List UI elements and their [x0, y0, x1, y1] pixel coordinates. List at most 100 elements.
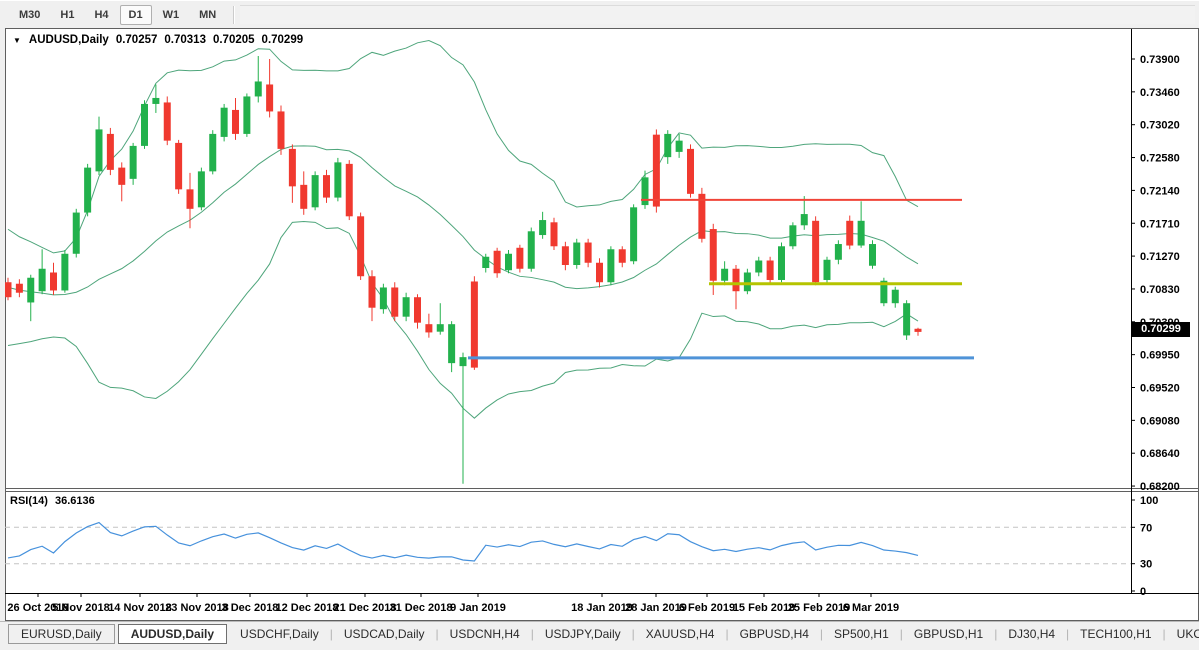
- chart-title: ▼ AUDUSD,Daily 0.70257 0.70313 0.70205 0…: [13, 34, 310, 46]
- timeframe-button-h1[interactable]: H1: [51, 5, 83, 25]
- tab-usdcnh-h4[interactable]: USDCNH,H4: [440, 625, 530, 643]
- candle-body: [209, 134, 216, 171]
- candle-body: [482, 257, 489, 268]
- tab-audusd-daily[interactable]: AUDUSD,Daily: [118, 624, 227, 644]
- candle-body: [334, 162, 341, 197]
- candle-body: [437, 324, 444, 331]
- tab-usdchf-daily[interactable]: USDCHF,Daily: [230, 625, 329, 643]
- tab-gbpusd-h1[interactable]: GBPUSD,H1: [904, 625, 993, 643]
- candle-body: [607, 249, 614, 282]
- tab-gbpusd-h4[interactable]: GBPUSD,H4: [730, 625, 819, 643]
- candle-body: [812, 221, 819, 282]
- ohlc-high: 0.70313: [164, 34, 206, 46]
- date-axis-label: 18 Jan 2019: [571, 602, 633, 614]
- tab-usdcad-daily[interactable]: USDCAD,Daily: [334, 625, 435, 643]
- date-axis-label: 28 Jan 2019: [625, 602, 687, 614]
- candle-body: [494, 251, 501, 273]
- date-axis-label: 6 Mar 2019: [843, 602, 899, 614]
- rsi-axis-label: 30: [1140, 559, 1152, 571]
- candle-body: [61, 254, 68, 291]
- candle-body: [687, 149, 694, 194]
- rsi-value: 36.6136: [55, 495, 95, 507]
- price-axis-label: 0.69520: [1140, 383, 1180, 395]
- ohlc-low: 0.70205: [213, 34, 255, 46]
- candle-body: [243, 96, 250, 133]
- timeframe-button-w1[interactable]: W1: [154, 5, 189, 25]
- candle-body: [630, 207, 637, 261]
- chart-symbol-label: AUDUSD,Daily: [29, 34, 109, 46]
- candle-body: [915, 329, 922, 332]
- candle-body: [5, 282, 12, 297]
- candle-body: [573, 243, 580, 265]
- date-axis-label: 5 Nov 2018: [52, 602, 109, 614]
- candle-body: [16, 284, 23, 293]
- candle-body: [858, 221, 865, 246]
- candle-body: [733, 269, 740, 291]
- ohlc-close: 0.70299: [262, 34, 304, 46]
- candle-body: [198, 171, 205, 207]
- date-axis-label: 23 Nov 2018: [165, 602, 229, 614]
- date-axis-label: 3 Dec 2018: [222, 602, 279, 614]
- candle-body: [619, 249, 626, 262]
- price-axis-label: 0.70830: [1140, 284, 1180, 296]
- toolbar-separator: [233, 6, 234, 24]
- candle-body: [676, 141, 683, 152]
- date-axis-label: 14 Nov 2018: [108, 602, 172, 614]
- rsi-name: RSI(14): [10, 495, 48, 507]
- candle-body: [84, 168, 91, 213]
- tab-ukoil[interactable]: UKOil,: [1167, 625, 1199, 643]
- price-axis-label: 0.73020: [1140, 120, 1180, 132]
- candle-body: [255, 81, 262, 96]
- candle-body: [869, 244, 876, 266]
- tab-xauusd-h4[interactable]: XAUUSD,H4: [636, 625, 725, 643]
- candle-body: [846, 221, 853, 246]
- date-axis-label: 21 Dec 2018: [334, 602, 397, 614]
- date-axis-label: 31 Dec 2018: [390, 602, 453, 614]
- rsi-axis-label: 100: [1140, 495, 1158, 507]
- date-axis-label: 25 Feb 2019: [788, 602, 850, 614]
- chart-menu-icon[interactable]: ▼: [13, 36, 21, 45]
- candle-body: [118, 168, 125, 185]
- rsi-axis-label: 70: [1140, 522, 1152, 534]
- price-axis-label: 0.72580: [1140, 153, 1180, 165]
- timeframe-toolbar: M30H1H4D1W1MN: [0, 0, 1199, 28]
- date-axis-label: 15 Feb 2019: [733, 602, 795, 614]
- candle-body: [528, 231, 535, 268]
- candle-body: [710, 229, 717, 281]
- candle-body: [50, 272, 57, 290]
- candle-body: [414, 297, 421, 322]
- candle-body: [391, 287, 398, 316]
- candle-body: [744, 272, 751, 291]
- candle-body: [27, 278, 34, 303]
- chart-background: [5, 29, 1199, 620]
- candle-body: [516, 248, 523, 269]
- candle-body: [323, 175, 330, 197]
- rsi-indicator-label: RSI(14) 36.6136: [10, 495, 99, 507]
- candle-body: [164, 102, 171, 140]
- candle-body: [175, 143, 182, 189]
- timeframe-button-d1[interactable]: D1: [120, 5, 152, 25]
- candle-body: [755, 261, 762, 273]
- candle-body: [653, 135, 660, 207]
- timeframe-button-h4[interactable]: H4: [85, 5, 117, 25]
- candle-body: [664, 134, 671, 157]
- date-axis-label: 9 Jan 2019: [450, 602, 506, 614]
- timeframe-button-mn[interactable]: MN: [190, 5, 225, 25]
- chart-canvas[interactable]: 0.739000.734600.730200.725800.721400.717…: [0, 0, 1199, 645]
- tab-sp500-h1[interactable]: SP500,H1: [824, 625, 899, 643]
- price-axis-label: 0.69080: [1140, 415, 1180, 427]
- price-axis-label: 0.71710: [1140, 218, 1180, 230]
- tab-eurusd-daily[interactable]: EURUSD,Daily: [8, 624, 115, 644]
- symbol-tab-bar: EURUSD,DailyAUDUSD,DailyUSDCHF,Daily|USD…: [0, 621, 1199, 645]
- price-axis-label: 0.68640: [1140, 448, 1180, 460]
- candle-body: [369, 276, 376, 307]
- price-axis-label: 0.73460: [1140, 87, 1180, 99]
- tab-dj30-h4[interactable]: DJ30,H4: [998, 625, 1065, 643]
- timeframe-button-m30[interactable]: M30: [10, 5, 49, 25]
- date-axis-label: 12 Dec 2018: [276, 602, 339, 614]
- candle-body: [551, 222, 558, 246]
- current-price-tag: 0.70299: [1132, 322, 1190, 337]
- tab-usdjpy-daily[interactable]: USDJPY,Daily: [535, 625, 631, 643]
- candle-body: [642, 177, 649, 205]
- tab-tech100-h1[interactable]: TECH100,H1: [1070, 625, 1161, 643]
